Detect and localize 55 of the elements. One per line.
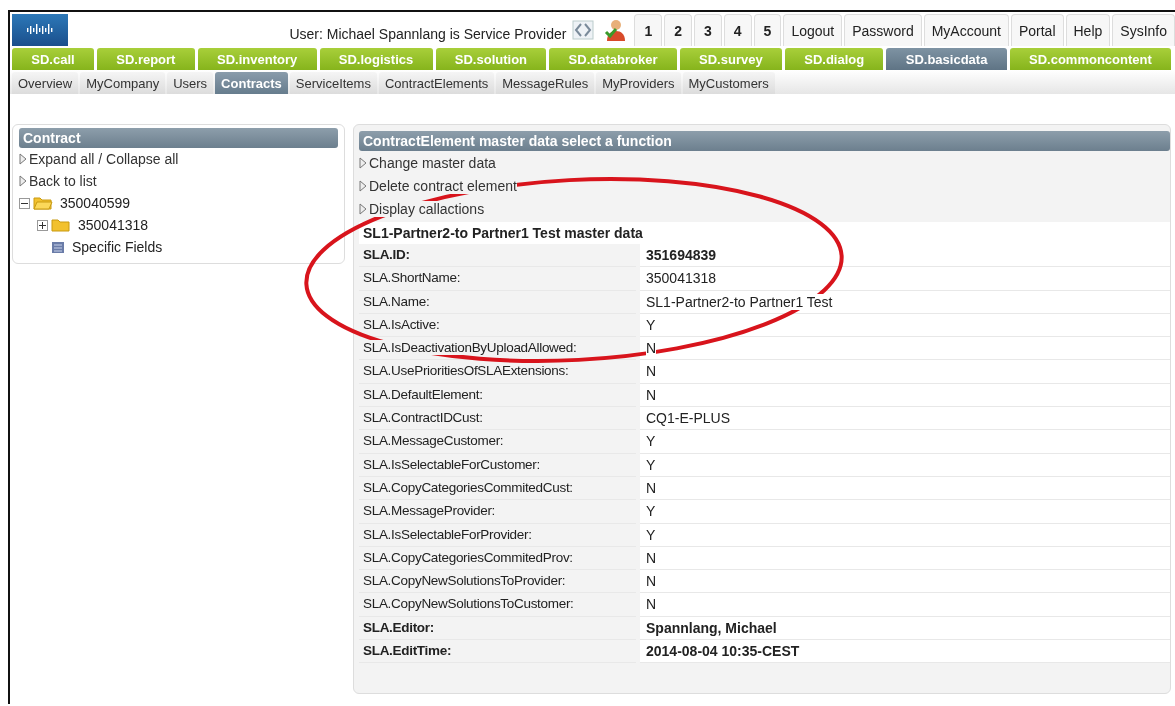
field-value: SL1-Partner2-to Partner1 Test (646, 293, 833, 310)
sub-tab[interactable]: Overview (12, 72, 79, 94)
sidebar-link[interactable]: Expand all / Collapse all (19, 148, 338, 170)
sub-tab[interactable]: MyProviders (596, 72, 681, 94)
function-link[interactable]: Change master data (369, 154, 496, 171)
panel-title: Contract (19, 128, 338, 148)
field-label: SLA.CopyNewSolutionsToProvider: (363, 573, 566, 589)
menu-tab[interactable]: SysInfo (1112, 14, 1175, 46)
sub-tab[interactable]: MyCustomers (682, 72, 775, 94)
menu-tab[interactable]: Password (844, 14, 922, 46)
chevron-icon (359, 179, 367, 192)
field-label: SLA.MessageProvider: (363, 503, 496, 519)
section-title: SL1-Partner2-to Partner1 Test master data (359, 222, 1170, 244)
function-link[interactable]: Display callactions (369, 200, 485, 217)
chevron-icon (359, 156, 367, 169)
tree-item[interactable]: 350040599 (60, 195, 131, 211)
sub-tab[interactable]: ContractElements (378, 72, 495, 94)
field-label: SLA.ID: (363, 247, 410, 262)
folder-icon (51, 218, 71, 232)
field-value: 351694839 (646, 247, 717, 263)
field-value: CQ1-E-PLUS (646, 410, 731, 427)
field-value: Spannlang, Michael (646, 619, 777, 636)
function-link[interactable]: Delete contract element (369, 177, 517, 194)
page-tab[interactable]: 2 (664, 14, 692, 46)
page-tab[interactable]: 3 (694, 14, 722, 46)
module-tab[interactable]: SD.basicdata (886, 48, 1007, 70)
tree-item[interactable]: 350041318 (78, 217, 149, 233)
list-icon (51, 240, 65, 254)
page-tab[interactable]: 1 (634, 14, 663, 46)
sub-tab[interactable]: MyCompany (80, 72, 166, 94)
menu-tab[interactable]: Logout (783, 14, 843, 46)
field-label: SLA.CopyNewSolutionsToCustomer: (363, 596, 574, 612)
sub-tab[interactable]: ServiceItems (289, 72, 377, 94)
page-tab[interactable]: 5 (753, 14, 782, 46)
tree-item[interactable]: Specific Fields (72, 239, 163, 255)
menu-tab[interactable]: MyAccount (923, 14, 1009, 46)
logo (12, 14, 68, 46)
field-value: N (646, 340, 657, 357)
user-info: User: Michael Spannlang is Service Provider (288, 26, 567, 44)
menu-tab[interactable]: Portal (1010, 14, 1064, 46)
collapse-icon[interactable] (19, 197, 30, 209)
open-folder-icon (33, 196, 53, 210)
menu-tab[interactable]: Help (1065, 14, 1111, 46)
chevron-icon (359, 202, 367, 215)
expand-icon[interactable] (37, 219, 48, 231)
field-label: SLA.MessageCustomer: (363, 433, 504, 449)
panel-title: ContractElement master data select a function (359, 131, 1170, 151)
sidebar-link[interactable]: Back to list (19, 170, 338, 192)
sub-tab[interactable]: Users (167, 72, 214, 94)
chevron-icon (19, 175, 27, 187)
chevron-icon (19, 153, 27, 165)
sub-tab[interactable]: MessageRules (496, 72, 595, 94)
page-tab[interactable]: 4 (723, 14, 752, 46)
sub-tab[interactable]: Contracts (215, 72, 288, 94)
field-label: SLA.IsDeactivationByUploadAllowed: (363, 340, 577, 356)
